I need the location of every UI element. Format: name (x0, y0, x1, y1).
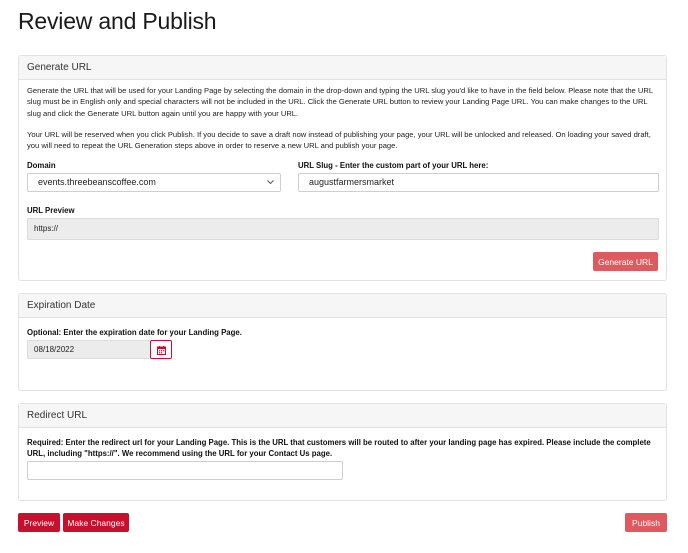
preview-button[interactable]: Preview (18, 513, 60, 532)
url-slug-input[interactable]: augustfarmersmarket (298, 173, 659, 192)
expiration-date-header: Expiration Date (19, 294, 666, 318)
expiration-date-input[interactable]: 08/18/2022 (27, 340, 151, 359)
redirect-url-input[interactable] (27, 461, 343, 480)
url-preview-label: URL Preview (27, 206, 75, 215)
generate-url-description: Generate the URL that will be used for y… (27, 86, 653, 118)
generate-url-panel: Generate URL Generate the URL that will … (18, 55, 667, 281)
url-reservation-note: Your URL will be reserved when you click… (27, 130, 651, 151)
url-slug-value: augustfarmersmarket (309, 177, 395, 187)
redirect-url-panel: Redirect URL Required: Enter the redirec… (18, 403, 667, 501)
generate-url-header: Generate URL (19, 56, 666, 80)
generate-url-button[interactable]: Generate URL (593, 252, 658, 271)
make-changes-button[interactable]: Make Changes (63, 513, 129, 532)
redirect-url-label: Required: Enter the redirect url for you… (27, 438, 651, 458)
page-title: Review and Publish (18, 8, 217, 34)
publish-button[interactable]: Publish (625, 513, 667, 532)
url-preview-value: https:// (34, 224, 59, 233)
domain-select[interactable]: events.threebeanscoffee.com (27, 173, 281, 192)
expiration-date-label: Optional: Enter the expiration date for … (27, 328, 242, 337)
domain-select-value: events.threebeanscoffee.com (38, 177, 156, 187)
expiration-date-value: 08/18/2022 (34, 345, 75, 354)
chevron-down-icon (267, 180, 274, 184)
redirect-url-header: Redirect URL (19, 404, 666, 428)
calendar-icon (157, 346, 166, 355)
url-slug-label: URL Slug - Enter the custom part of your… (298, 161, 489, 170)
domain-label: Domain (27, 161, 56, 170)
url-preview-field: https:// (27, 218, 659, 240)
date-picker-button[interactable] (150, 340, 172, 359)
expiration-date-panel: Expiration Date Optional: Enter the expi… (18, 293, 667, 391)
